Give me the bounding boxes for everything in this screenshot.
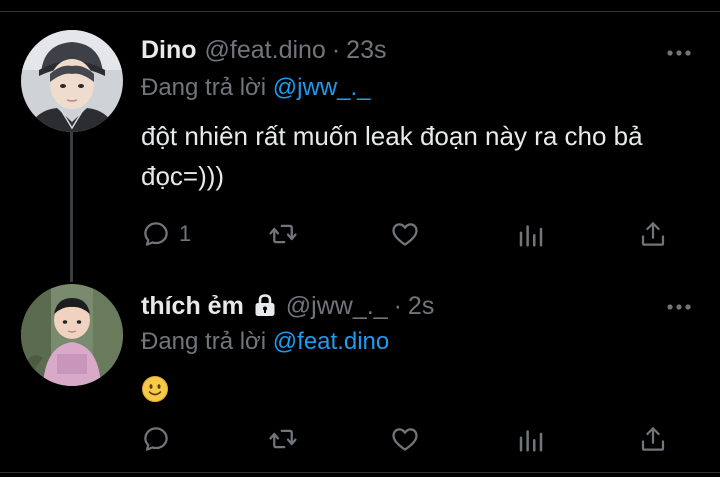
avatar[interactable] [21, 284, 123, 386]
more-options-button[interactable] [666, 298, 692, 310]
retweet-button[interactable] [268, 219, 298, 249]
slightly-smiling-face-emoji [141, 374, 169, 403]
like-icon [392, 223, 418, 246]
views-button[interactable] [516, 424, 546, 454]
reply-icon [144, 222, 168, 246]
more-options-button[interactable] [666, 44, 692, 56]
display-name[interactable]: thích ẻm [141, 292, 244, 321]
reply-count: 1 [179, 221, 192, 246]
separator-dot: · [331, 36, 341, 64]
display-name[interactable]: Dino [141, 36, 197, 65]
username[interactable]: @jww_._ [286, 292, 388, 321]
timestamp[interactable]: 2s [408, 292, 434, 321]
tweet-header: Dino @feat.dino · 23s [141, 36, 386, 65]
retweet-button[interactable] [268, 424, 298, 454]
views-button[interactable] [516, 219, 546, 249]
share-button[interactable] [638, 219, 668, 249]
share-button[interactable] [638, 424, 668, 454]
like-icon [392, 428, 418, 451]
replying-to-line: Đang trả lời @feat.dino [141, 328, 389, 356]
retweet-icon [269, 429, 297, 449]
retweet-icon [269, 224, 297, 244]
more-icon [667, 50, 691, 56]
avatar[interactable] [21, 30, 123, 132]
tweet-text: đột nhiên rất muốn leak đoạn này ra cho … [141, 121, 643, 191]
replying-to-line: Đang trả lời @jww_._ [141, 74, 371, 102]
views-icon [519, 430, 543, 452]
top-divider [0, 11, 720, 12]
timestamp[interactable]: 23s [346, 36, 386, 65]
like-button[interactable] [390, 424, 420, 454]
replying-mention-link[interactable]: @jww_._ [273, 74, 371, 101]
lock-icon [252, 293, 278, 317]
separator-dot: · [393, 292, 402, 320]
replying-prefix: Đang trả lời [141, 74, 267, 101]
reply-button[interactable]: 1 [141, 219, 191, 249]
replying-prefix: Đang trả lời [141, 328, 267, 355]
username[interactable]: @feat.dino [205, 36, 326, 65]
bottom-divider [0, 472, 720, 473]
share-icon [641, 222, 665, 246]
reply-button[interactable] [141, 424, 179, 454]
reply-icon [144, 427, 168, 451]
thread-connector-line [70, 132, 73, 282]
replying-mention-link[interactable]: @feat.dino [273, 328, 389, 355]
more-icon [667, 304, 691, 310]
share-icon [641, 427, 665, 451]
tweet-text [141, 366, 169, 406]
views-icon [519, 225, 543, 247]
like-button[interactable] [390, 219, 420, 249]
tweet-header: thích ẻm @jww_._ · 2s [141, 290, 434, 321]
